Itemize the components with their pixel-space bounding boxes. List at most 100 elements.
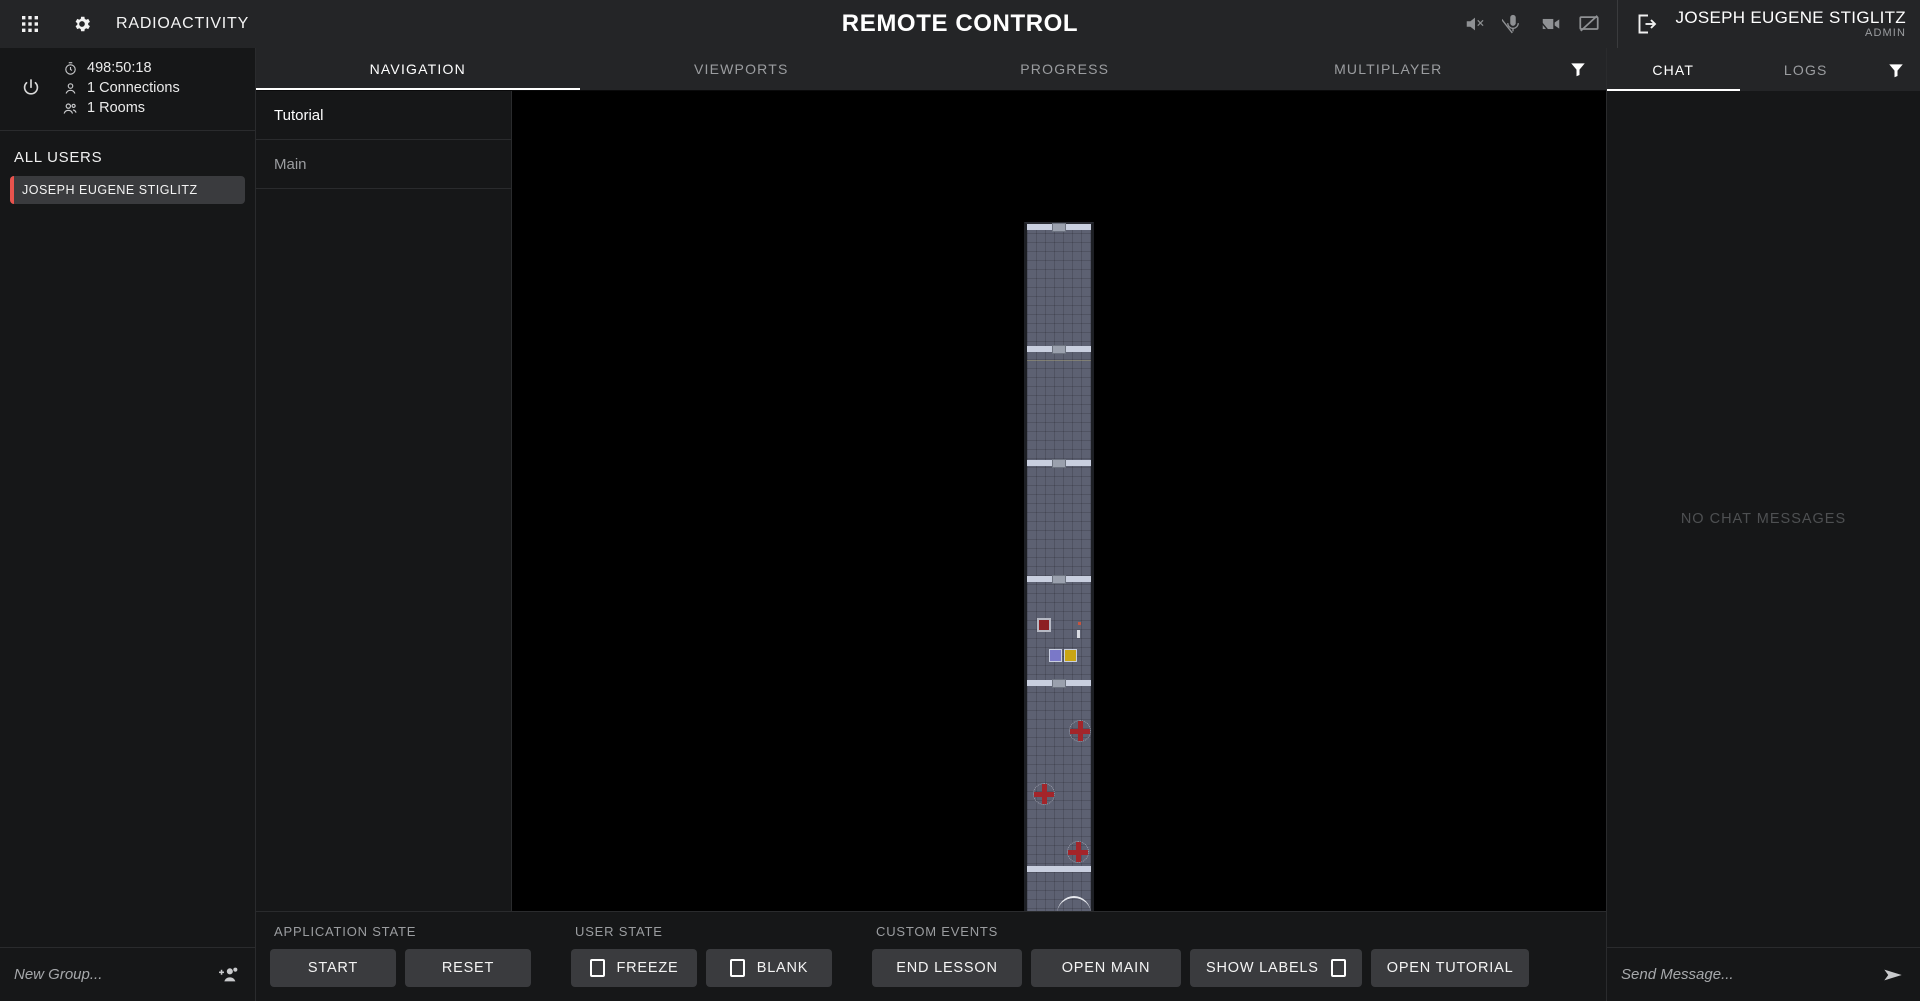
camera-muted-icon[interactable]	[1537, 10, 1565, 38]
filter-icon[interactable]	[1872, 48, 1920, 91]
open-tutorial-button[interactable]: OPEN TUTORIAL	[1370, 949, 1530, 987]
chat-input-bar	[1607, 947, 1920, 1001]
show-labels-checkbox[interactable]	[1330, 959, 1346, 977]
floorplan	[1024, 222, 1094, 911]
control-group-application-state: APPLICATION STATE START RESET	[270, 922, 541, 987]
blank-button[interactable]: BLANK	[706, 949, 832, 987]
tab-label: CHAT	[1652, 61, 1695, 78]
tab-navigation[interactable]: NAVIGATION	[256, 48, 580, 90]
control-group-label: USER STATE	[575, 924, 663, 939]
floor-seam	[1027, 360, 1091, 361]
tab-label: NAVIGATION	[369, 61, 466, 77]
button-label: FREEZE	[616, 960, 679, 976]
user-list: JOSEPH EUGENE STIGLITZ	[0, 176, 255, 947]
control-group-label: APPLICATION STATE	[274, 924, 417, 939]
user-chip-label: JOSEPH EUGENE STIGLITZ	[22, 183, 198, 197]
gear-icon[interactable]	[62, 4, 102, 44]
control-group-label: CUSTOM EVENTS	[876, 924, 999, 939]
show-labels-button[interactable]: SHOW LABELS	[1190, 949, 1362, 987]
navigation-list: Tutorial Main	[256, 91, 512, 911]
button-label: START	[307, 960, 359, 976]
tab-chat[interactable]: CHAT	[1607, 48, 1740, 91]
prop-red-box	[1037, 618, 1051, 632]
control-group-buttons: END LESSON OPEN MAIN SHOW LABELS OPEN TU…	[872, 949, 1530, 987]
marker-plus[interactable]	[1067, 841, 1089, 863]
microphone-muted-icon[interactable]	[1499, 10, 1527, 38]
session-status: 498:50:18 1 Connections 1 Rooms	[0, 48, 255, 131]
nav-item-label: Tutorial	[274, 106, 324, 124]
open-main-button[interactable]: OPEN MAIN	[1031, 949, 1181, 987]
wall	[1027, 459, 1091, 468]
speaker-muted-icon[interactable]	[1461, 10, 1489, 38]
header-right-group: JOSEPH EUGENE STIGLITZ ADMIN	[1461, 0, 1920, 48]
end-lesson-button[interactable]: END LESSON	[872, 949, 1022, 987]
stat-row: 498:50:18	[62, 60, 180, 76]
logout-icon[interactable]	[1634, 11, 1660, 37]
freeze-button[interactable]: FREEZE	[571, 949, 697, 987]
chat-message-list: NO CHAT MESSAGES	[1607, 91, 1920, 947]
current-user[interactable]: JOSEPH EUGENE STIGLITZ ADMIN	[1676, 8, 1910, 40]
marker-plus[interactable]	[1069, 720, 1091, 742]
nav-item-label: Main	[274, 155, 307, 173]
chat-empty-text: NO CHAT MESSAGES	[1680, 511, 1847, 527]
tab-viewports[interactable]: VIEWPORTS	[580, 48, 904, 90]
left-sidebar: 498:50:18 1 Connections 1 Rooms ALL USER…	[0, 48, 256, 1001]
chat-message-input[interactable]	[1621, 966, 1880, 983]
blank-checkbox[interactable]	[729, 959, 745, 977]
stat-value: 498:50:18	[87, 60, 152, 76]
tab-label: MULTIPLAYER	[1334, 61, 1443, 77]
freeze-checkbox[interactable]	[589, 959, 605, 977]
wall	[1027, 345, 1091, 354]
button-label: OPEN MAIN	[1061, 960, 1151, 976]
new-group-input[interactable]	[14, 966, 215, 983]
control-group-buttons: START RESET	[270, 949, 531, 987]
door	[1052, 575, 1066, 584]
control-group-user-state: USER STATE FREEZE BLANK	[541, 922, 842, 987]
prop-tile-yellow	[1064, 649, 1077, 662]
tab-label: PROGRESS	[1020, 61, 1110, 77]
floorplan-viewport[interactable]	[512, 91, 1606, 911]
wall	[1027, 575, 1091, 584]
stat-value: 1 Rooms	[87, 100, 146, 116]
tab-progress[interactable]: PROGRESS	[903, 48, 1227, 90]
reset-button[interactable]: RESET	[405, 949, 531, 987]
current-user-role: ADMIN	[1865, 27, 1906, 40]
header-left-group: RADIOACTIVITY	[0, 4, 420, 44]
prop-dot	[1078, 622, 1081, 625]
prop-arc	[1057, 896, 1091, 911]
button-label: END LESSON	[896, 960, 998, 976]
timer-icon	[62, 60, 78, 76]
start-button[interactable]: START	[270, 949, 396, 987]
button-label: OPEN TUTORIAL	[1386, 960, 1514, 976]
tab-label: VIEWPORTS	[693, 61, 789, 77]
add-users-icon[interactable]	[215, 962, 241, 988]
remote-control-app: RADIOACTIVITY REMOTE CONTROL JOSEPH EUGE…	[0, 0, 1920, 1001]
button-label: SHOW LABELS	[1206, 960, 1319, 976]
nav-item-main[interactable]: Main	[256, 140, 511, 189]
power-icon[interactable]	[16, 73, 46, 103]
user-icon	[62, 80, 78, 96]
control-group-custom-events: CUSTOM EVENTS END LESSON OPEN MAIN SHOW …	[842, 922, 1539, 987]
control-group-buttons: FREEZE BLANK	[571, 949, 832, 987]
tab-logs[interactable]: LOGS	[1740, 48, 1873, 91]
right-panel-tabbar: CHAT LOGS	[1607, 48, 1920, 91]
list-item[interactable]: JOSEPH EUGENE STIGLITZ	[10, 176, 245, 204]
tab-label: LOGS	[1783, 61, 1828, 78]
session-stats: 498:50:18 1 Connections 1 Rooms	[62, 60, 180, 116]
apps-grid-icon[interactable]	[10, 4, 50, 44]
filter-icon[interactable]	[1550, 48, 1606, 90]
wall	[1027, 679, 1091, 688]
tab-multiplayer[interactable]: MULTIPLAYER	[1227, 48, 1551, 90]
power-button[interactable]	[0, 73, 62, 103]
all-users-heading: ALL USERS	[14, 149, 103, 166]
marker-plus[interactable]	[1033, 783, 1055, 805]
prop-tick	[1077, 630, 1080, 638]
screenshare-muted-icon[interactable]	[1575, 10, 1603, 38]
logout-button[interactable]	[1618, 11, 1676, 37]
stat-row: 1 Connections	[62, 80, 180, 96]
prop-tile-blue	[1049, 649, 1062, 662]
button-label: RESET	[441, 960, 495, 976]
right-panel: CHAT LOGS NO CHAT MESSAGES	[1606, 48, 1920, 1001]
nav-item-tutorial[interactable]: Tutorial	[256, 91, 511, 140]
send-icon[interactable]	[1880, 962, 1906, 988]
